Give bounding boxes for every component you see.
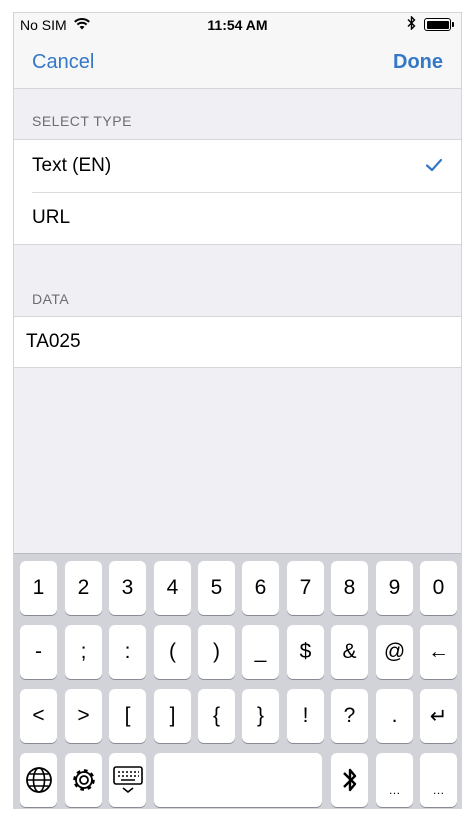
key-period[interactable]: . — [376, 689, 413, 743]
key-hyphen[interactable]: - — [20, 625, 57, 679]
key-dollar[interactable]: $ — [287, 625, 324, 679]
key-question[interactable]: ? — [331, 689, 368, 743]
key-underscore[interactable]: _ — [242, 625, 279, 679]
bluetooth-status-icon — [407, 15, 416, 33]
data-group: TA025 — [14, 316, 461, 368]
key-open-bracket[interactable]: [ — [109, 689, 146, 743]
select-type-header: SELECT TYPE — [32, 113, 132, 129]
top-bar: No SIM 11:54 AM Cancel Done — [14, 13, 461, 89]
data-input[interactable]: TA025 — [14, 317, 461, 367]
key-close-brace[interactable]: } — [242, 689, 279, 743]
return-key[interactable]: ↵ — [420, 689, 457, 743]
key-open-paren[interactable]: ( — [154, 625, 191, 679]
done-button[interactable]: Done — [393, 51, 443, 74]
bluetooth-icon[interactable] — [331, 753, 368, 807]
data-value: TA025 — [26, 331, 81, 352]
type-option-url[interactable]: URL — [14, 192, 461, 244]
checkmark-icon — [425, 156, 443, 174]
status-time: 11:54 AM — [207, 17, 268, 33]
key-6[interactable]: 6 — [242, 561, 279, 615]
key-2[interactable]: 2 — [65, 561, 102, 615]
type-option-label: URL — [32, 207, 71, 228]
data-header: DATA — [32, 291, 70, 307]
key-open-brace[interactable]: { — [198, 689, 235, 743]
key-close-bracket[interactable]: ] — [154, 689, 191, 743]
keyboard-dismiss-icon[interactable] — [109, 753, 146, 807]
key-less-than[interactable]: < — [20, 689, 57, 743]
battery-icon — [424, 18, 454, 31]
key-ampersand[interactable]: & — [331, 625, 368, 679]
key-colon[interactable]: : — [109, 625, 146, 679]
select-type-list: Text (EN) URL — [14, 139, 461, 245]
key-close-paren[interactable]: ) — [198, 625, 235, 679]
key-8[interactable]: 8 — [331, 561, 368, 615]
key-4[interactable]: 4 — [154, 561, 191, 615]
key-9[interactable]: 9 — [376, 561, 413, 615]
key-exclamation[interactable]: ! — [287, 689, 324, 743]
keyboard: 1 2 3 4 5 6 7 8 9 0 - ; : ( ) _ $ & @ ← … — [14, 553, 461, 808]
key-at[interactable]: @ — [376, 625, 413, 679]
globe-icon[interactable] — [20, 753, 57, 807]
type-option-label: Text (EN) — [32, 155, 112, 176]
key-semicolon[interactable]: ; — [65, 625, 102, 679]
ellipsis-key[interactable]: … — [420, 753, 457, 807]
space-key[interactable] — [154, 753, 322, 807]
key-5[interactable]: 5 — [198, 561, 235, 615]
key-3[interactable]: 3 — [109, 561, 146, 615]
key-0[interactable]: 0 — [420, 561, 457, 615]
cancel-button[interactable]: Cancel — [32, 51, 94, 74]
key-7[interactable]: 7 — [287, 561, 324, 615]
gear-icon[interactable] — [65, 753, 102, 807]
backspace-key[interactable]: ← — [420, 625, 457, 679]
key-greater-than[interactable]: > — [65, 689, 102, 743]
status-bar: No SIM 11:54 AM — [14, 13, 461, 37]
type-option-text-en[interactable]: Text (EN) — [14, 140, 461, 192]
ellipsis-key[interactable]: … — [376, 753, 413, 807]
key-1[interactable]: 1 — [20, 561, 57, 615]
device-frame: No SIM 11:54 AM Cancel Done SELECT TYPE … — [13, 12, 462, 809]
